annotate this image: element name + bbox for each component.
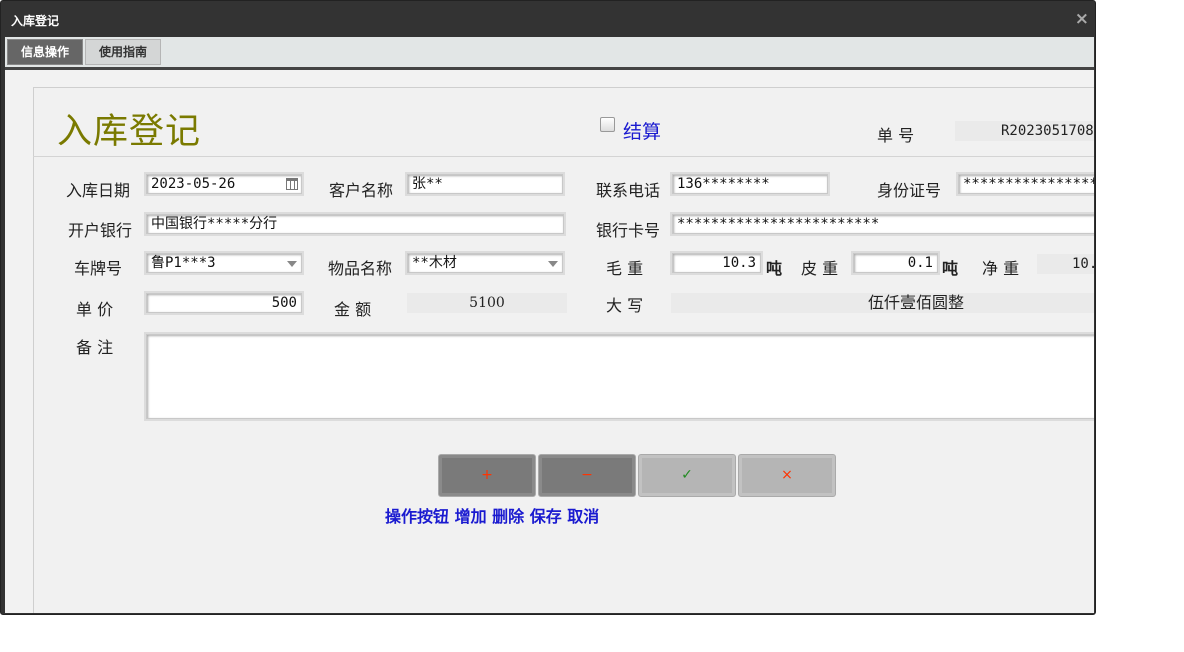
gross-unit: 吨 xyxy=(766,259,783,278)
customer-field[interactable]: 张** xyxy=(405,172,565,196)
item-select[interactable]: **木材 xyxy=(405,251,565,275)
check-icon: ✓ xyxy=(681,467,693,483)
remark-textarea[interactable] xyxy=(144,332,1094,421)
calendar-icon[interactable] xyxy=(286,178,298,190)
plate-select[interactable]: 鲁P1***3 xyxy=(144,251,304,275)
item-label: 物品名称 xyxy=(328,259,393,278)
upper-label: 大 写 xyxy=(606,296,644,315)
tab-bar: 信息操作 使用指南 xyxy=(5,37,1094,67)
amount-value: 5100 xyxy=(407,293,567,313)
close-icon[interactable]: × xyxy=(1075,9,1089,29)
customer-label: 客户名称 xyxy=(329,181,394,200)
chevron-down-icon[interactable] xyxy=(287,261,297,267)
settle-label[interactable]: 结算 xyxy=(623,117,661,144)
idcard-field[interactable]: ****************** xyxy=(956,172,1094,196)
add-button[interactable]: + xyxy=(438,454,536,497)
header-divider xyxy=(33,156,1094,157)
tare-label: 皮 重 xyxy=(801,259,839,278)
save-button[interactable]: ✓ xyxy=(638,454,736,497)
bank-label: 开户银行 xyxy=(68,221,133,240)
idcard-label: 身份证号 xyxy=(877,181,942,200)
tab-user-guide[interactable]: 使用指南 xyxy=(85,39,161,65)
bank-field[interactable]: 中国银行*****分行 xyxy=(144,212,566,236)
net-label: 净 重 xyxy=(982,259,1020,278)
phone-field[interactable]: 136******** xyxy=(670,172,830,196)
date-label: 入库日期 xyxy=(66,181,131,200)
chevron-down-icon[interactable] xyxy=(548,261,558,267)
date-value: 2023-05-26 xyxy=(151,176,236,192)
title-bar: 入库登记 × xyxy=(1,1,1095,37)
date-field[interactable]: 2023-05-26 xyxy=(144,172,304,196)
dialog-window: 入库登记 × 信息操作 使用指南 入库登记 结算 单 号 R2023051708… xyxy=(0,0,1096,615)
plate-label: 车牌号 xyxy=(74,259,123,278)
settle-checkbox[interactable] xyxy=(600,117,615,132)
delete-button[interactable]: − xyxy=(538,454,636,497)
tab-info-operation[interactable]: 信息操作 xyxy=(7,39,83,65)
minus-icon: − xyxy=(581,467,593,483)
amount-label: 金 额 xyxy=(334,300,372,319)
order-no-label: 单 号 xyxy=(877,126,915,145)
gross-label: 毛 重 xyxy=(606,259,644,278)
item-value: **木材 xyxy=(412,255,457,271)
card-label: 银行卡号 xyxy=(596,221,661,240)
order-no-value: R2023051708 xyxy=(955,121,1094,141)
net-value: 10.2 xyxy=(1037,254,1094,274)
tare-field[interactable]: 0.1 xyxy=(851,251,940,275)
cancel-button[interactable]: × xyxy=(738,454,836,497)
gross-field[interactable]: 10.3 xyxy=(670,251,763,275)
phone-label: 联系电话 xyxy=(596,181,661,200)
price-label: 单 价 xyxy=(76,300,114,319)
plate-value: 鲁P1***3 xyxy=(151,255,216,271)
price-field[interactable]: 500 xyxy=(144,291,304,315)
plus-icon: + xyxy=(481,467,493,483)
close-icon: × xyxy=(781,467,793,483)
tare-unit: 吨 xyxy=(942,259,959,278)
content-area: 入库登记 结算 单 号 R2023051708 入库日期 2023-05-26 … xyxy=(5,70,1094,613)
upper-value: 伍仟壹佰圆整 xyxy=(671,293,1094,313)
page-title: 入库登记 xyxy=(57,112,202,152)
card-field[interactable]: ************************ xyxy=(670,212,1094,236)
remark-label: 备 注 xyxy=(76,338,114,357)
window-title: 入库登记 xyxy=(11,14,60,28)
button-hint-text: 操作按钮 增加 删除 保存 取消 xyxy=(385,507,600,526)
